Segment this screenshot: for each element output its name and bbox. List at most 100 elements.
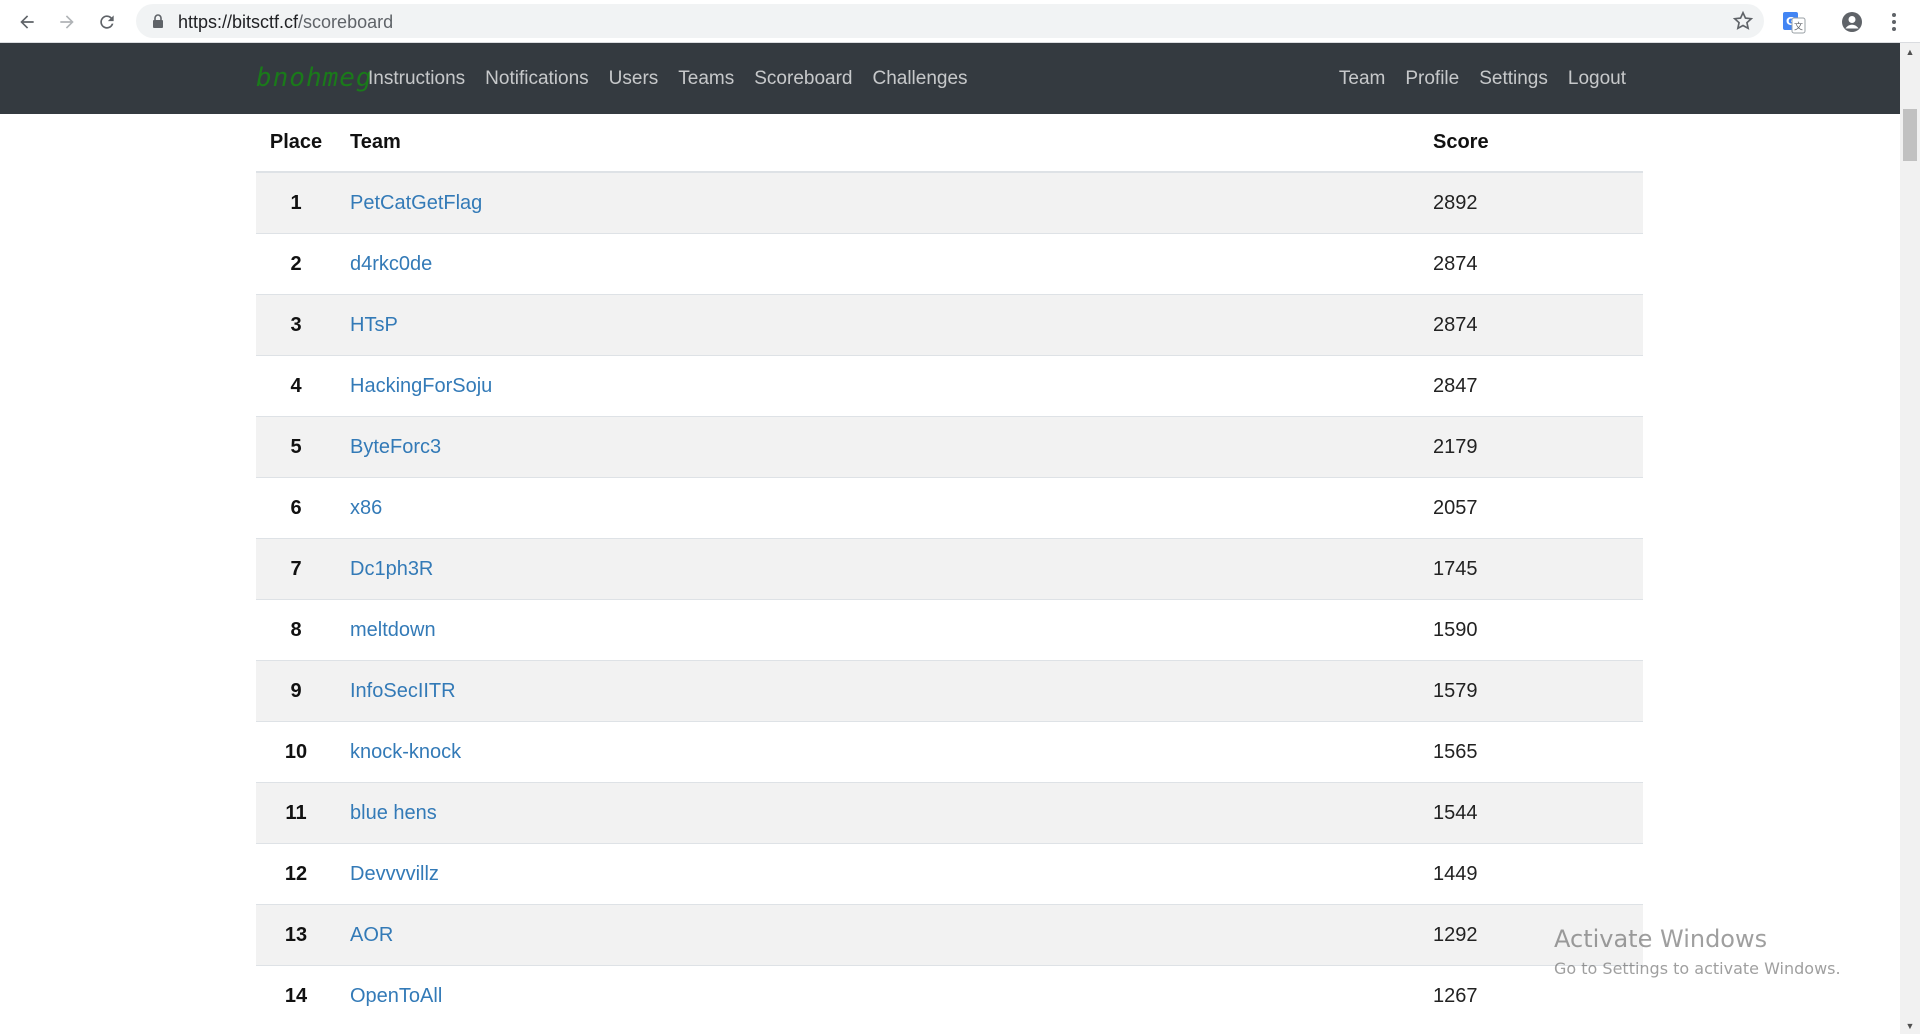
brand-logo[interactable]: bnohmeg — [256, 63, 373, 93]
team-link[interactable]: meltdown — [350, 619, 436, 641]
nav-link-instructions[interactable]: Instructions — [358, 68, 475, 90]
row-place: 2 — [256, 233, 336, 295]
scroll-down-arrow-icon[interactable]: ▼ — [1900, 1017, 1920, 1034]
row-score: 2892 — [1433, 171, 1643, 234]
nav-links-left: Instructions Notifications Users Teams S… — [358, 43, 978, 114]
team-link[interactable]: PetCatGetFlag — [350, 192, 482, 214]
translate-icon[interactable]: G 文 — [1780, 8, 1808, 36]
nav-link-team[interactable]: Team — [1329, 68, 1395, 90]
row-team-cell: InfoSecIITR — [336, 660, 1433, 722]
nav-links-right: Team Profile Settings Logout — [1329, 43, 1636, 114]
row-place: 8 — [256, 599, 336, 661]
menu-dots-icon[interactable] — [1880, 8, 1908, 36]
row-team-cell: OpenToAll — [336, 965, 1433, 1026]
scroll-up-arrow-icon[interactable]: ▲ — [1900, 43, 1920, 60]
row-team-cell: HTsP — [336, 294, 1433, 356]
watermark-title: Activate Windows — [1554, 925, 1768, 953]
row-place: 14 — [256, 965, 336, 1026]
team-link[interactable]: HTsP — [350, 314, 398, 336]
nav-link-users[interactable]: Users — [599, 68, 669, 90]
header-score: Score — [1433, 114, 1643, 173]
nav-link-logout[interactable]: Logout — [1558, 68, 1636, 90]
team-link[interactable]: InfoSecIITR — [350, 680, 456, 702]
row-place: 11 — [256, 782, 336, 844]
row-place: 7 — [256, 538, 336, 600]
table-row: 14 OpenToAll 1267 — [256, 965, 1643, 1026]
row-place: 3 — [256, 294, 336, 356]
scroll-thumb[interactable] — [1903, 109, 1917, 161]
table-row: 9 InfoSecIITR 1579 — [256, 660, 1643, 722]
row-score: 2179 — [1433, 416, 1643, 478]
row-score: 2874 — [1433, 294, 1643, 356]
row-score: 1590 — [1433, 599, 1643, 661]
team-link[interactable]: Dc1ph3R — [350, 558, 433, 580]
scoreboard-container: Place Team Score 1 PetCatGetFlag 2892 2 d4rk… — [256, 114, 1643, 1026]
nav-link-scoreboard[interactable]: Scoreboard — [744, 68, 862, 90]
row-place: 1 — [256, 171, 336, 234]
url-text: https://bitsctf.cf/scoreboard — [178, 12, 393, 33]
row-team-cell: meltdown — [336, 599, 1433, 661]
table-row: 3 HTsP 2874 — [256, 294, 1643, 356]
table-row: 11 blue hens 1544 — [256, 782, 1643, 844]
nav-link-profile[interactable]: Profile — [1395, 68, 1469, 90]
row-place: 10 — [256, 721, 336, 783]
row-score: 2874 — [1433, 233, 1643, 295]
lock-icon — [153, 14, 163, 28]
site-navbar: bnohmeg Instructions Notifications Users… — [0, 43, 1900, 114]
table-row: 7 Dc1ph3R 1745 — [256, 538, 1643, 600]
team-link[interactable]: Devvvvillz — [350, 863, 439, 885]
table-row: 4 HackingForSoju 2847 — [256, 355, 1643, 417]
row-team-cell: d4rkc0de — [336, 233, 1433, 295]
team-link[interactable]: ByteForc3 — [350, 436, 441, 458]
row-team-cell: Devvvvillz — [336, 843, 1433, 905]
row-score: 2057 — [1433, 477, 1643, 539]
back-arrow-icon[interactable] — [12, 7, 42, 37]
table-header-row: Place Team Score — [256, 114, 1643, 173]
row-score: 1544 — [1433, 782, 1643, 844]
nav-link-challenges[interactable]: Challenges — [862, 68, 977, 90]
team-link[interactable]: OpenToAll — [350, 985, 442, 1007]
table-row: 12 Devvvvillz 1449 — [256, 843, 1643, 905]
scoreboard-table: Place Team Score 1 PetCatGetFlag 2892 2 d4rk… — [256, 114, 1643, 1026]
team-link[interactable]: blue hens — [350, 802, 437, 824]
row-team-cell: AOR — [336, 904, 1433, 966]
table-row: 1 PetCatGetFlag 2892 — [256, 171, 1643, 234]
table-row: 5 ByteForc3 2179 — [256, 416, 1643, 478]
svg-text:文: 文 — [1794, 21, 1803, 33]
browser-toolbar: https://bitsctf.cf/scoreboard G 文 — [0, 0, 1920, 43]
star-icon[interactable] — [1732, 10, 1754, 32]
forward-arrow-icon[interactable] — [52, 7, 82, 37]
row-place: 9 — [256, 660, 336, 722]
account-icon[interactable] — [1838, 8, 1866, 36]
table-row: 2 d4rkc0de 2874 — [256, 233, 1643, 295]
row-place: 13 — [256, 904, 336, 966]
row-place: 5 — [256, 416, 336, 478]
table-row: 13 AOR 1292 — [256, 904, 1643, 966]
header-team: Team — [336, 114, 1433, 173]
nav-link-teams[interactable]: Teams — [668, 68, 744, 90]
activate-windows-watermark: Activate Windows Go to Settings to activ… — [1554, 925, 1841, 978]
team-link[interactable]: x86 — [350, 497, 382, 519]
page-scrollbar[interactable]: ▲ ▼ — [1900, 43, 1920, 1034]
url-host: https://bitsctf.cf — [178, 12, 299, 32]
reload-icon[interactable] — [92, 7, 122, 37]
nav-link-notifications[interactable]: Notifications — [475, 68, 599, 90]
row-score: 1579 — [1433, 660, 1643, 722]
table-row: 6 x86 2057 — [256, 477, 1643, 539]
row-team-cell: PetCatGetFlag — [336, 171, 1433, 234]
row-place: 6 — [256, 477, 336, 539]
nav-link-settings[interactable]: Settings — [1469, 68, 1558, 90]
header-place: Place — [256, 114, 336, 173]
table-row: 8 meltdown 1590 — [256, 599, 1643, 661]
row-team-cell: x86 — [336, 477, 1433, 539]
team-link[interactable]: AOR — [350, 924, 393, 946]
team-link[interactable]: HackingForSoju — [350, 375, 492, 397]
row-place: 12 — [256, 843, 336, 905]
row-place: 4 — [256, 355, 336, 417]
row-score: 1565 — [1433, 721, 1643, 783]
team-link[interactable]: d4rkc0de — [350, 253, 432, 275]
row-team-cell: blue hens — [336, 782, 1433, 844]
url-path: /scoreboard — [298, 12, 394, 32]
address-bar[interactable]: https://bitsctf.cf/scoreboard — [136, 4, 1764, 38]
team-link[interactable]: knock-knock — [350, 741, 461, 763]
